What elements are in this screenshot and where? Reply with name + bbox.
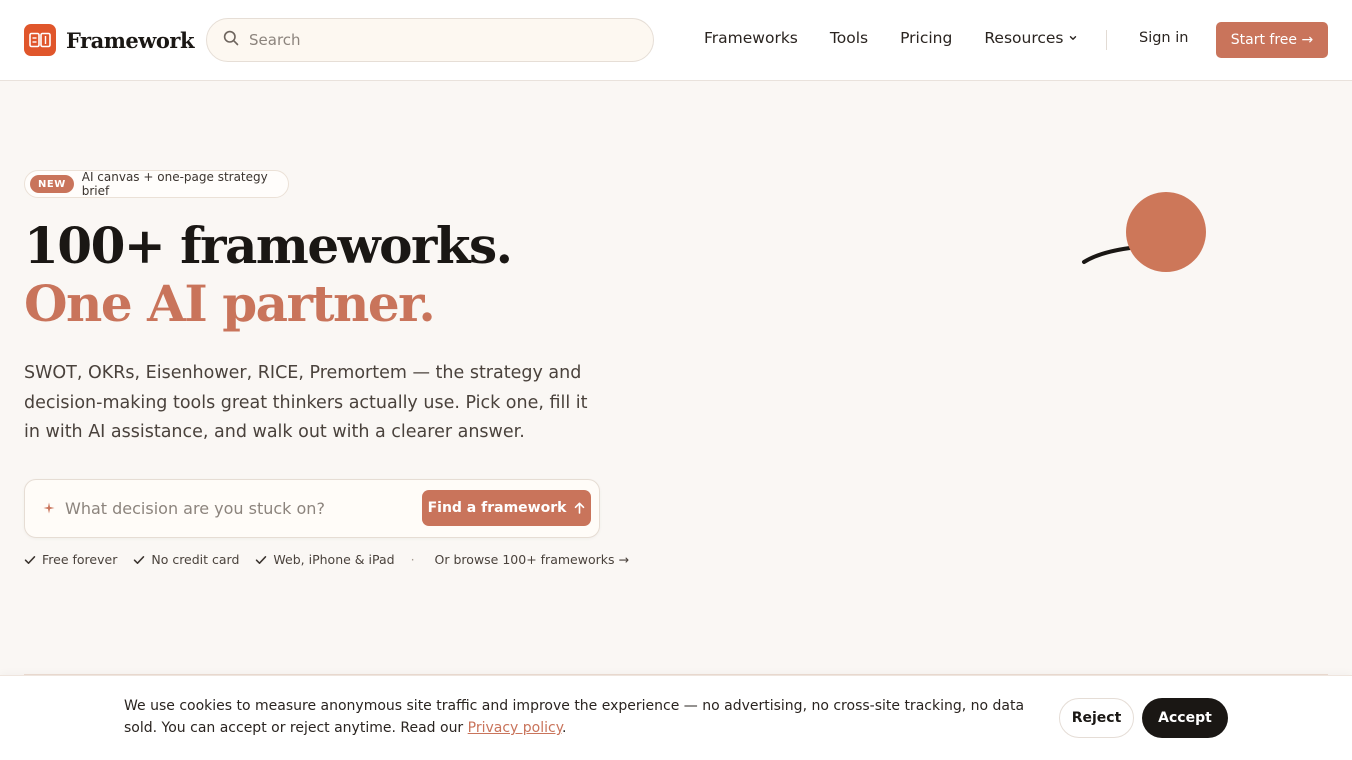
perk-item: Free forever — [24, 552, 117, 567]
start-free-button[interactable]: Start free → — [1216, 22, 1328, 58]
cookie-message: We use cookies to measure anonymous site… — [124, 695, 1034, 739]
find-framework-button[interactable]: Find a framework — [422, 490, 591, 526]
nav-tools[interactable]: Tools — [830, 29, 868, 47]
hero-description: SWOT, OKRs, Eisenhower, RICE, Premortem … — [24, 363, 588, 442]
sign-in-link[interactable]: Sign in — [1139, 30, 1188, 46]
find-framework-label: Find a framework — [427, 500, 567, 516]
hero-illustration — [1078, 188, 1218, 282]
logo-link[interactable]: Framework — [24, 24, 195, 56]
nav-resources-label: Resources — [984, 29, 1064, 47]
cookie-message-text: We use cookies to measure anonymous site… — [124, 698, 1025, 736]
sparkle-icon — [43, 499, 55, 518]
check-icon — [256, 555, 267, 564]
nav-frameworks[interactable]: Frameworks — [704, 29, 798, 47]
cookie-banner: We use cookies to measure anonymous site… — [0, 675, 1352, 760]
perk-label: Web, iPhone & iPad — [273, 552, 395, 567]
header-divider — [1106, 30, 1107, 50]
brand-name: Framework — [66, 27, 195, 53]
perk-item: Web, iPhone & iPad — [255, 552, 395, 567]
main-nav: Frameworks Tools Pricing Resources — [704, 29, 1078, 47]
decision-input[interactable] — [65, 499, 405, 518]
perk-label: Free forever — [42, 552, 118, 567]
perk-item: No credit card — [133, 552, 239, 567]
announcement-text: AI canvas + one-page strategy brief — [81, 170, 268, 198]
nav-resources[interactable]: Resources — [984, 29, 1077, 47]
hero-title-line1: 100+ frameworks. — [24, 216, 513, 275]
search-bar[interactable] — [206, 18, 654, 62]
hero-title-line2: One AI partner. — [24, 274, 436, 333]
search-input[interactable] — [249, 31, 629, 49]
framework-logo-icon — [24, 24, 56, 56]
separator-dot: · — [410, 552, 415, 567]
check-icon — [134, 555, 145, 564]
accept-cookies-button[interactable]: Accept — [1142, 698, 1228, 738]
perk-label: No credit card — [151, 552, 240, 567]
privacy-policy-link[interactable]: Privacy policy — [468, 720, 562, 736]
decision-ask-box: Find a framework — [24, 479, 600, 538]
check-icon — [24, 555, 36, 564]
search-icon — [223, 30, 239, 50]
announcement-badge[interactable]: NEW AI canvas + one-page strategy brief — [24, 170, 289, 198]
perks-row: Free forever No credit card Web, iPhone … — [24, 552, 629, 567]
new-tag: NEW — [30, 175, 74, 193]
chevron-down-icon — [1068, 33, 1078, 43]
reject-cookies-button[interactable]: Reject — [1059, 698, 1134, 738]
cookie-message-end: . — [562, 720, 567, 736]
arrow-up-icon — [575, 502, 585, 514]
nav-pricing[interactable]: Pricing — [900, 29, 952, 47]
site-header: Framework Frameworks Tools Pricing Resou… — [0, 0, 1352, 81]
browse-frameworks-link[interactable]: Or browse 100+ frameworks → — [435, 552, 629, 567]
